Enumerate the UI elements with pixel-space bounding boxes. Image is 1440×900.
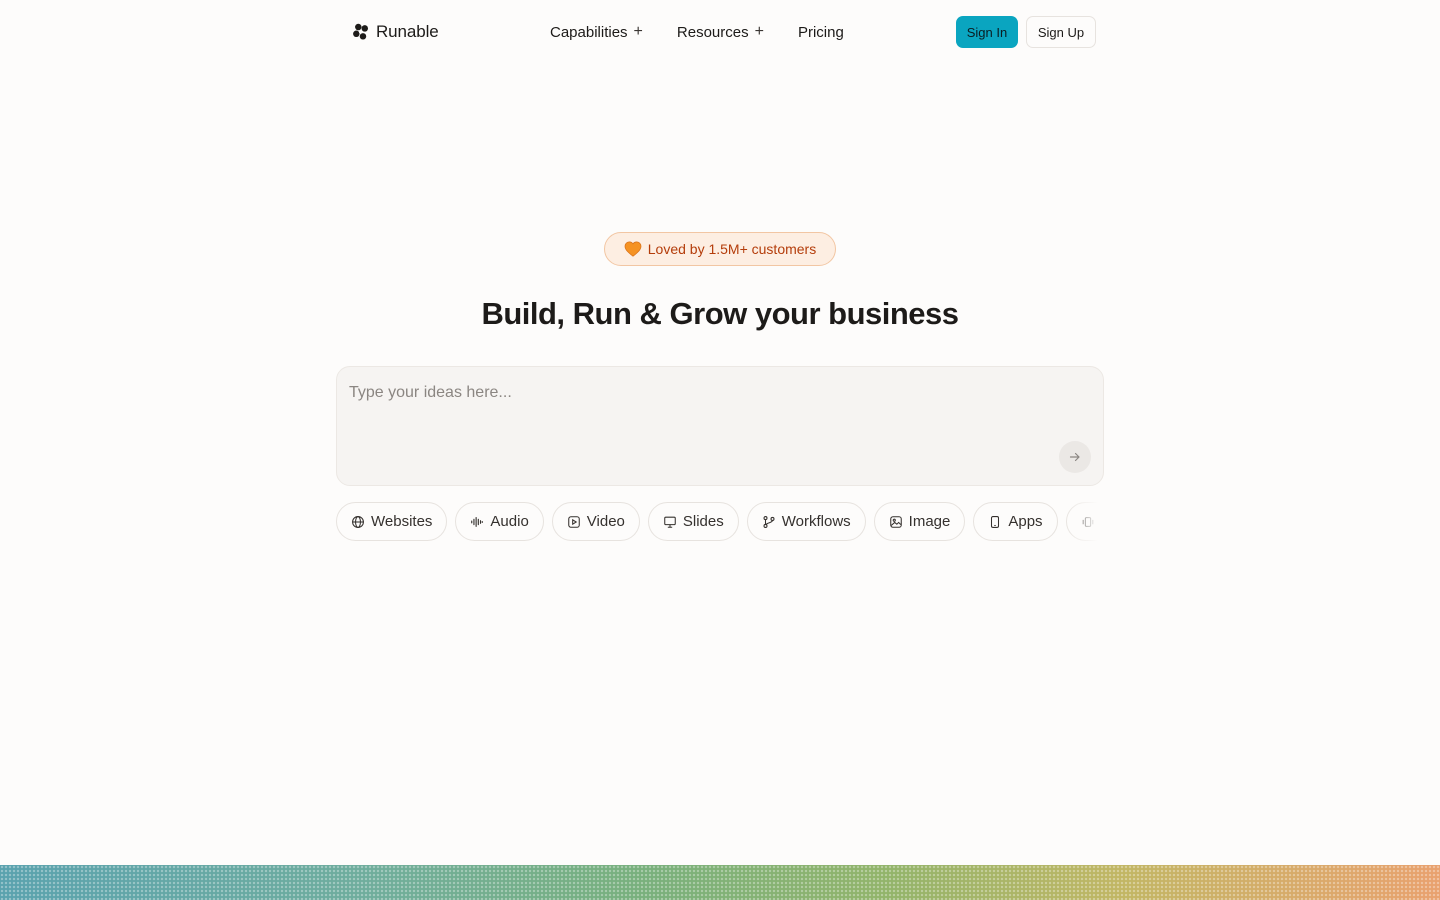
chip-label: Websites [371,513,433,530]
capability-chips: Websites Audio Video Slides Workflows Im… [336,502,1104,542]
chip-label: Apps [1008,513,1043,530]
plus-icon: + [633,23,643,40]
chip-label: Audio [490,513,529,530]
main-nav: Capabilities + Resources + Pricing [550,20,844,44]
chip-apps[interactable]: Apps [973,502,1058,541]
audio-wave-icon [471,516,484,527]
chip-label: Image [908,513,951,530]
chip-websites[interactable]: Websites [336,502,448,541]
git-branch-icon [763,515,775,528]
plus-icon: + [754,23,764,40]
chip-video[interactable]: Video [551,502,640,541]
prompt-input[interactable] [349,381,1049,405]
chip-workflows[interactable]: Workflows [746,502,866,541]
chip-image[interactable]: Image [873,502,966,541]
send-button[interactable] [1059,441,1091,473]
chip-label: Workflows [781,513,851,530]
page-title: Build, Run & Grow your business [481,296,959,331]
arrow-right-icon [1069,452,1080,462]
chip-label: Video [586,513,625,530]
logo[interactable]: Runable [352,20,439,44]
vibrate-icon [1082,516,1093,527]
badge-text: Loved by 1.5M+ customers [647,241,817,257]
prompt-box [336,366,1104,486]
logo-text: Runable [376,22,439,41]
chip-audio[interactable]: Audio [455,502,544,541]
site-header: Runable Capabilities + Resources + Prici… [0,0,1440,64]
runable-logo-icon [353,23,369,40]
smartphone-icon [991,515,1000,528]
chip-label: Slides [682,513,724,530]
presentation-icon [664,516,676,528]
customers-badge: Loved by 1.5M+ customers [604,232,836,266]
video-icon [568,515,580,528]
globe-icon [352,515,364,528]
chip-slides[interactable]: Slides [647,502,739,541]
heart-icon [624,241,642,257]
chip-partial[interactable]: C [1065,502,1104,541]
gradient-footer-band [0,865,1440,900]
nav-capabilities[interactable]: Capabilities + [550,24,643,41]
sign-in-button[interactable]: Sign In [956,16,1018,48]
image-icon [889,515,902,528]
nav-pricing-label: Pricing [797,23,844,41]
chip-label: C [1101,513,1104,530]
nav-capabilities-label: Capabilities [550,23,628,41]
nav-resources-label: Resources [676,23,749,41]
nav-pricing[interactable]: Pricing [798,24,844,41]
nav-resources[interactable]: Resources + [677,24,764,41]
sign-up-button[interactable]: Sign Up [1026,16,1096,48]
